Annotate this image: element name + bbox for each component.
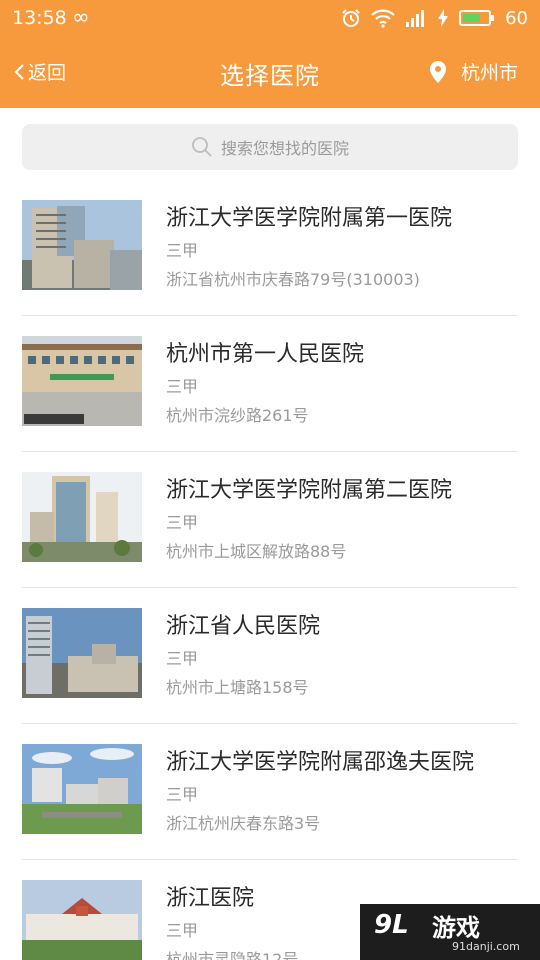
hospital-address: 杭州市浣纱路261号 — [166, 406, 309, 425]
hospital-level: 三甲 — [166, 241, 199, 260]
hospital-name: 浙江省人民医院 — [166, 614, 321, 639]
nav-header: 返回 选择医院 杭州市 — [0, 44, 540, 104]
watermark-site: 91danji.com — [452, 940, 520, 953]
watermark-brand: 游戏 — [432, 914, 480, 942]
hospital-photo — [22, 608, 142, 698]
status-time: 13:58 — [12, 7, 67, 29]
hospital-address: 浙江省杭州市庆春路79号(310003) — [166, 270, 420, 289]
app-header-bg: 13:58 ∞ 60 返回 选择医院 杭州市 — [0, 0, 540, 108]
status-bar: 13:58 ∞ 60 — [0, 0, 540, 36]
status-right: 60 — [341, 6, 528, 30]
back-label: 返回 — [28, 62, 67, 84]
search-icon — [191, 136, 213, 158]
watermark: 9L 游戏 91danji.com — [360, 904, 540, 960]
signal-icon — [405, 8, 427, 28]
hospital-name: 浙江大学医学院附属第二医院 — [166, 478, 453, 503]
hospital-name: 浙江大学医学院附属第一医院 — [166, 206, 453, 231]
hospital-photo — [22, 472, 142, 562]
hospital-address: 杭州市上城区解放路88号 — [166, 542, 347, 561]
hospital-address: 杭州市上塘路158号 — [166, 678, 309, 697]
chevron-left-icon — [12, 62, 26, 82]
hospital-photo — [22, 200, 142, 290]
hospital-address: 浙江杭州庆春东路3号 — [166, 814, 321, 833]
hospital-photo — [22, 336, 142, 426]
city-selector[interactable]: 杭州市 — [429, 58, 518, 85]
hospital-photo — [22, 744, 142, 834]
hospital-item[interactable]: 浙江省人民医院 三甲 杭州市上塘路158号 — [0, 588, 540, 724]
search-input[interactable]: 搜索您想找的医院 — [22, 124, 518, 170]
hospital-address: 杭州市灵隐路12号 — [166, 950, 299, 960]
battery-percent: 60 — [505, 7, 528, 29]
location-pin-icon — [429, 60, 447, 84]
hospital-list: 浙江大学医学院附属第一医院 三甲 浙江省杭州市庆春路79号(310003) 杭州… — [0, 180, 540, 960]
hospital-item[interactable]: 浙江大学医学院附属邵逸夫医院 三甲 浙江杭州庆春东路3号 — [0, 724, 540, 860]
hospital-name: 浙江大学医学院附属邵逸夫医院 — [166, 750, 475, 775]
hospital-photo — [22, 880, 142, 960]
hospital-level: 三甲 — [166, 513, 199, 532]
back-button[interactable]: 返回 — [12, 58, 66, 85]
charging-icon — [437, 8, 449, 28]
watermark-logo: 9L — [374, 910, 409, 940]
infinity-icon: ∞ — [72, 5, 90, 29]
search-placeholder: 搜索您想找的医院 — [220, 139, 349, 158]
hospital-item[interactable]: 浙江大学医学院附属第一医院 三甲 浙江省杭州市庆春路79号(310003) — [0, 180, 540, 316]
hospital-level: 三甲 — [166, 785, 199, 804]
city-label: 杭州市 — [460, 62, 518, 84]
battery-icon — [459, 8, 495, 28]
hospital-level: 三甲 — [166, 649, 199, 668]
hospital-item[interactable]: 浙江大学医学院附属第二医院 三甲 杭州市上城区解放路88号 — [0, 452, 540, 588]
hospital-item[interactable]: 杭州市第一人民医院 三甲 杭州市浣纱路261号 — [0, 316, 540, 452]
hospital-level: 三甲 — [166, 921, 199, 940]
hospital-level: 三甲 — [166, 377, 199, 396]
wifi-icon — [371, 8, 395, 28]
hospital-name: 浙江医院 — [166, 886, 255, 911]
alarm-icon — [341, 8, 361, 28]
hospital-name: 杭州市第一人民医院 — [166, 342, 365, 367]
